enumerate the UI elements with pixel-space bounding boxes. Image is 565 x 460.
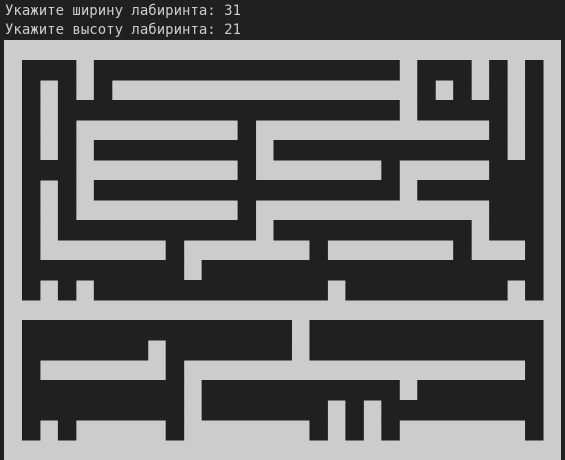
maze-passage — [525, 140, 544, 161]
maze-passage — [453, 240, 472, 261]
maze-passage — [57, 80, 77, 101]
maze-passage — [93, 280, 328, 301]
maze-passage — [309, 340, 544, 361]
maze-passage — [237, 120, 257, 141]
maze-passage — [21, 380, 185, 401]
maze-canvas — [4, 40, 561, 460]
maze-passage — [489, 200, 544, 221]
width-prompt-line: Укажите ширину лабиринта: 31 — [5, 3, 242, 19]
maze-passage — [525, 240, 544, 261]
maze-passage — [57, 140, 77, 161]
maze-passage — [93, 80, 113, 101]
maze-passage — [525, 360, 544, 381]
maze-passage — [165, 340, 292, 361]
maze-passage — [57, 420, 77, 441]
maze-passage — [417, 60, 472, 81]
maze-passage — [525, 120, 544, 141]
maze-passage — [489, 80, 508, 101]
height-prompt-line: Укажите высоту лабиринта: 21 — [5, 22, 242, 38]
maze-passage — [345, 420, 364, 441]
maze-passage — [489, 120, 508, 141]
maze-passage — [93, 180, 400, 201]
maze-passage — [489, 220, 544, 241]
maze-passage — [525, 80, 544, 101]
maze-passage — [309, 320, 544, 341]
maze-passage — [417, 100, 508, 121]
maze-passage — [417, 80, 436, 101]
maze-passage — [21, 120, 41, 141]
maze-passage — [165, 240, 185, 261]
maze-passage — [21, 220, 41, 241]
maze-passage — [21, 360, 41, 381]
maze-passage — [309, 420, 328, 441]
maze-passage — [381, 400, 544, 421]
maze-passage — [237, 160, 257, 181]
maze-passage — [57, 200, 77, 221]
maze-passage — [525, 420, 544, 441]
maze-passage — [21, 100, 41, 121]
maze-passage — [21, 400, 185, 421]
maze-passage — [57, 100, 400, 121]
maze-passage — [21, 260, 185, 281]
maze-passage — [381, 160, 400, 181]
maze-passage — [309, 240, 328, 261]
maze-passage — [57, 220, 257, 241]
maze-passage — [21, 320, 292, 341]
maze-passage — [273, 220, 472, 241]
maze-passage — [345, 400, 364, 421]
maze-passage — [165, 420, 185, 441]
maze-passage — [21, 180, 41, 201]
maze-passage — [201, 400, 328, 421]
maze-area — [0, 0, 565, 460]
maze-passage — [21, 200, 41, 221]
maze-passage — [417, 180, 544, 201]
maze-passage — [21, 80, 41, 101]
maze-passage — [201, 380, 400, 401]
maze-passage — [201, 260, 544, 281]
maze-passage — [381, 420, 400, 441]
maze-passage — [57, 180, 77, 201]
maze-passage — [237, 200, 257, 221]
maze-passage — [489, 60, 508, 81]
maze-passage — [165, 360, 185, 381]
maze-passage — [417, 380, 544, 401]
maze-passage — [21, 240, 41, 261]
maze-passage — [57, 280, 77, 301]
maze-passage — [453, 80, 472, 101]
terminal-window: Укажите ширину лабиринта: 31 Укажите выс… — [0, 0, 565, 460]
maze-passage — [21, 160, 77, 181]
maze-passage — [345, 280, 508, 301]
maze-passage — [525, 100, 544, 121]
maze-passage — [525, 60, 544, 81]
maze-passage — [93, 140, 257, 161]
maze-passage — [525, 280, 544, 301]
maze-passage — [21, 340, 149, 361]
maze-passage — [489, 160, 544, 181]
maze-passage — [57, 120, 77, 141]
maze-passage — [273, 140, 508, 161]
maze-passage — [21, 420, 41, 441]
maze-passage — [21, 60, 77, 81]
maze-passage — [21, 140, 41, 161]
maze-passage — [93, 60, 400, 81]
maze-passage — [21, 280, 41, 301]
